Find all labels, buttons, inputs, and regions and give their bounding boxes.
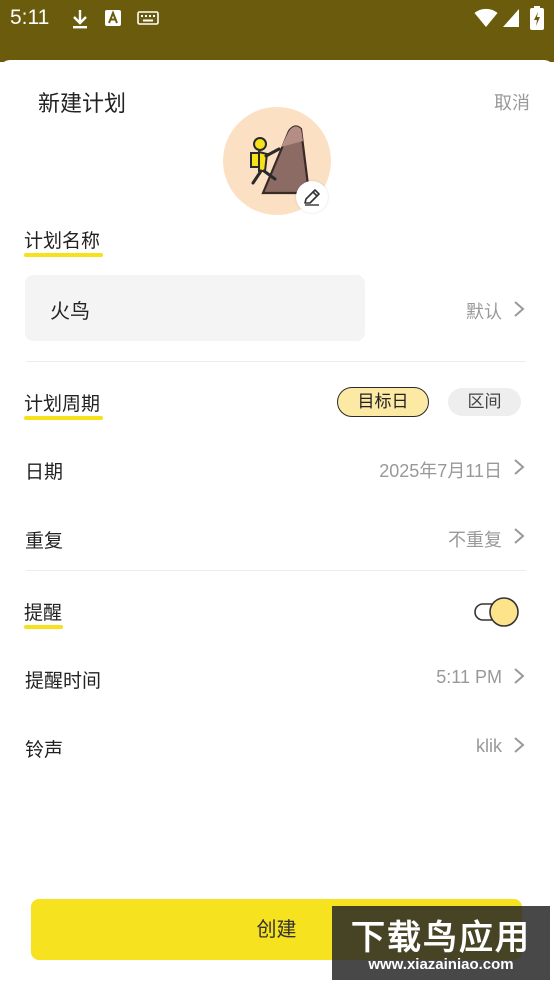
chevron-right-icon [514, 459, 525, 475]
ringtone-value[interactable]: klik [476, 736, 502, 757]
keyboard-icon [137, 11, 159, 25]
chevron-right-icon [514, 528, 525, 544]
wifi-icon [474, 8, 498, 27]
date-value[interactable]: 2025年7月11日 [379, 457, 502, 483]
download-icon [73, 10, 87, 29]
plan-name-value: 火鸟 [50, 299, 90, 323]
chevron-right-icon [514, 668, 525, 684]
chevron-right-icon [514, 737, 525, 753]
section-underline [24, 253, 103, 257]
section-underline [24, 416, 103, 420]
cycle-option-interval[interactable]: 区间 [448, 388, 521, 416]
edit-avatar-button[interactable] [296, 181, 328, 213]
cancel-button[interactable]: 取消 [494, 89, 530, 115]
a-notification-icon [105, 10, 121, 26]
plan-name-input[interactable]: 火鸟 [25, 275, 365, 341]
edit-pencil-icon [304, 189, 320, 206]
cycle-option-target-day[interactable]: 目标日 [337, 387, 429, 417]
status-time: 5:11 [10, 6, 50, 29]
new-plan-sheet: 新建计划 取消 计划名称 火鸟 默认 计划周期 目标日 区间 日期 2025年7… [0, 60, 554, 984]
divider [26, 570, 526, 571]
plan-name-section-label: 计划名称 [24, 226, 103, 257]
chevron-right-icon [514, 301, 525, 317]
plan-cycle-label: 计划周期 [24, 393, 101, 415]
reminder-time-label: 提醒时间 [25, 670, 102, 692]
page-title: 新建计划 [38, 92, 127, 117]
battery-icon [530, 6, 544, 30]
repeat-value[interactable]: 不重复 [448, 526, 502, 552]
plan-cycle-section-label: 计划周期 [24, 389, 103, 420]
status-bar: 5:11 [0, 0, 554, 62]
date-label: 日期 [25, 461, 64, 483]
watermark-logo: 下载鸟应用 www.xiazainiao.com [332, 906, 550, 980]
ringtone-label: 铃声 [25, 739, 64, 761]
reminder-label: 提醒 [24, 602, 63, 624]
divider [26, 361, 526, 362]
repeat-label: 重复 [25, 530, 64, 552]
plan-name-label: 计划名称 [24, 230, 101, 252]
watermark-url: www.xiazainiao.com [368, 956, 514, 973]
default-name-button[interactable]: 默认 [466, 298, 502, 324]
watermark-main-text: 下载鸟应用 [351, 918, 531, 958]
reminder-section-label: 提醒 [24, 598, 63, 629]
reminder-toggle[interactable] [474, 596, 520, 628]
reminder-time-value[interactable]: 5:11 PM [436, 667, 502, 688]
signal-icon [503, 9, 519, 27]
section-underline [24, 625, 63, 629]
